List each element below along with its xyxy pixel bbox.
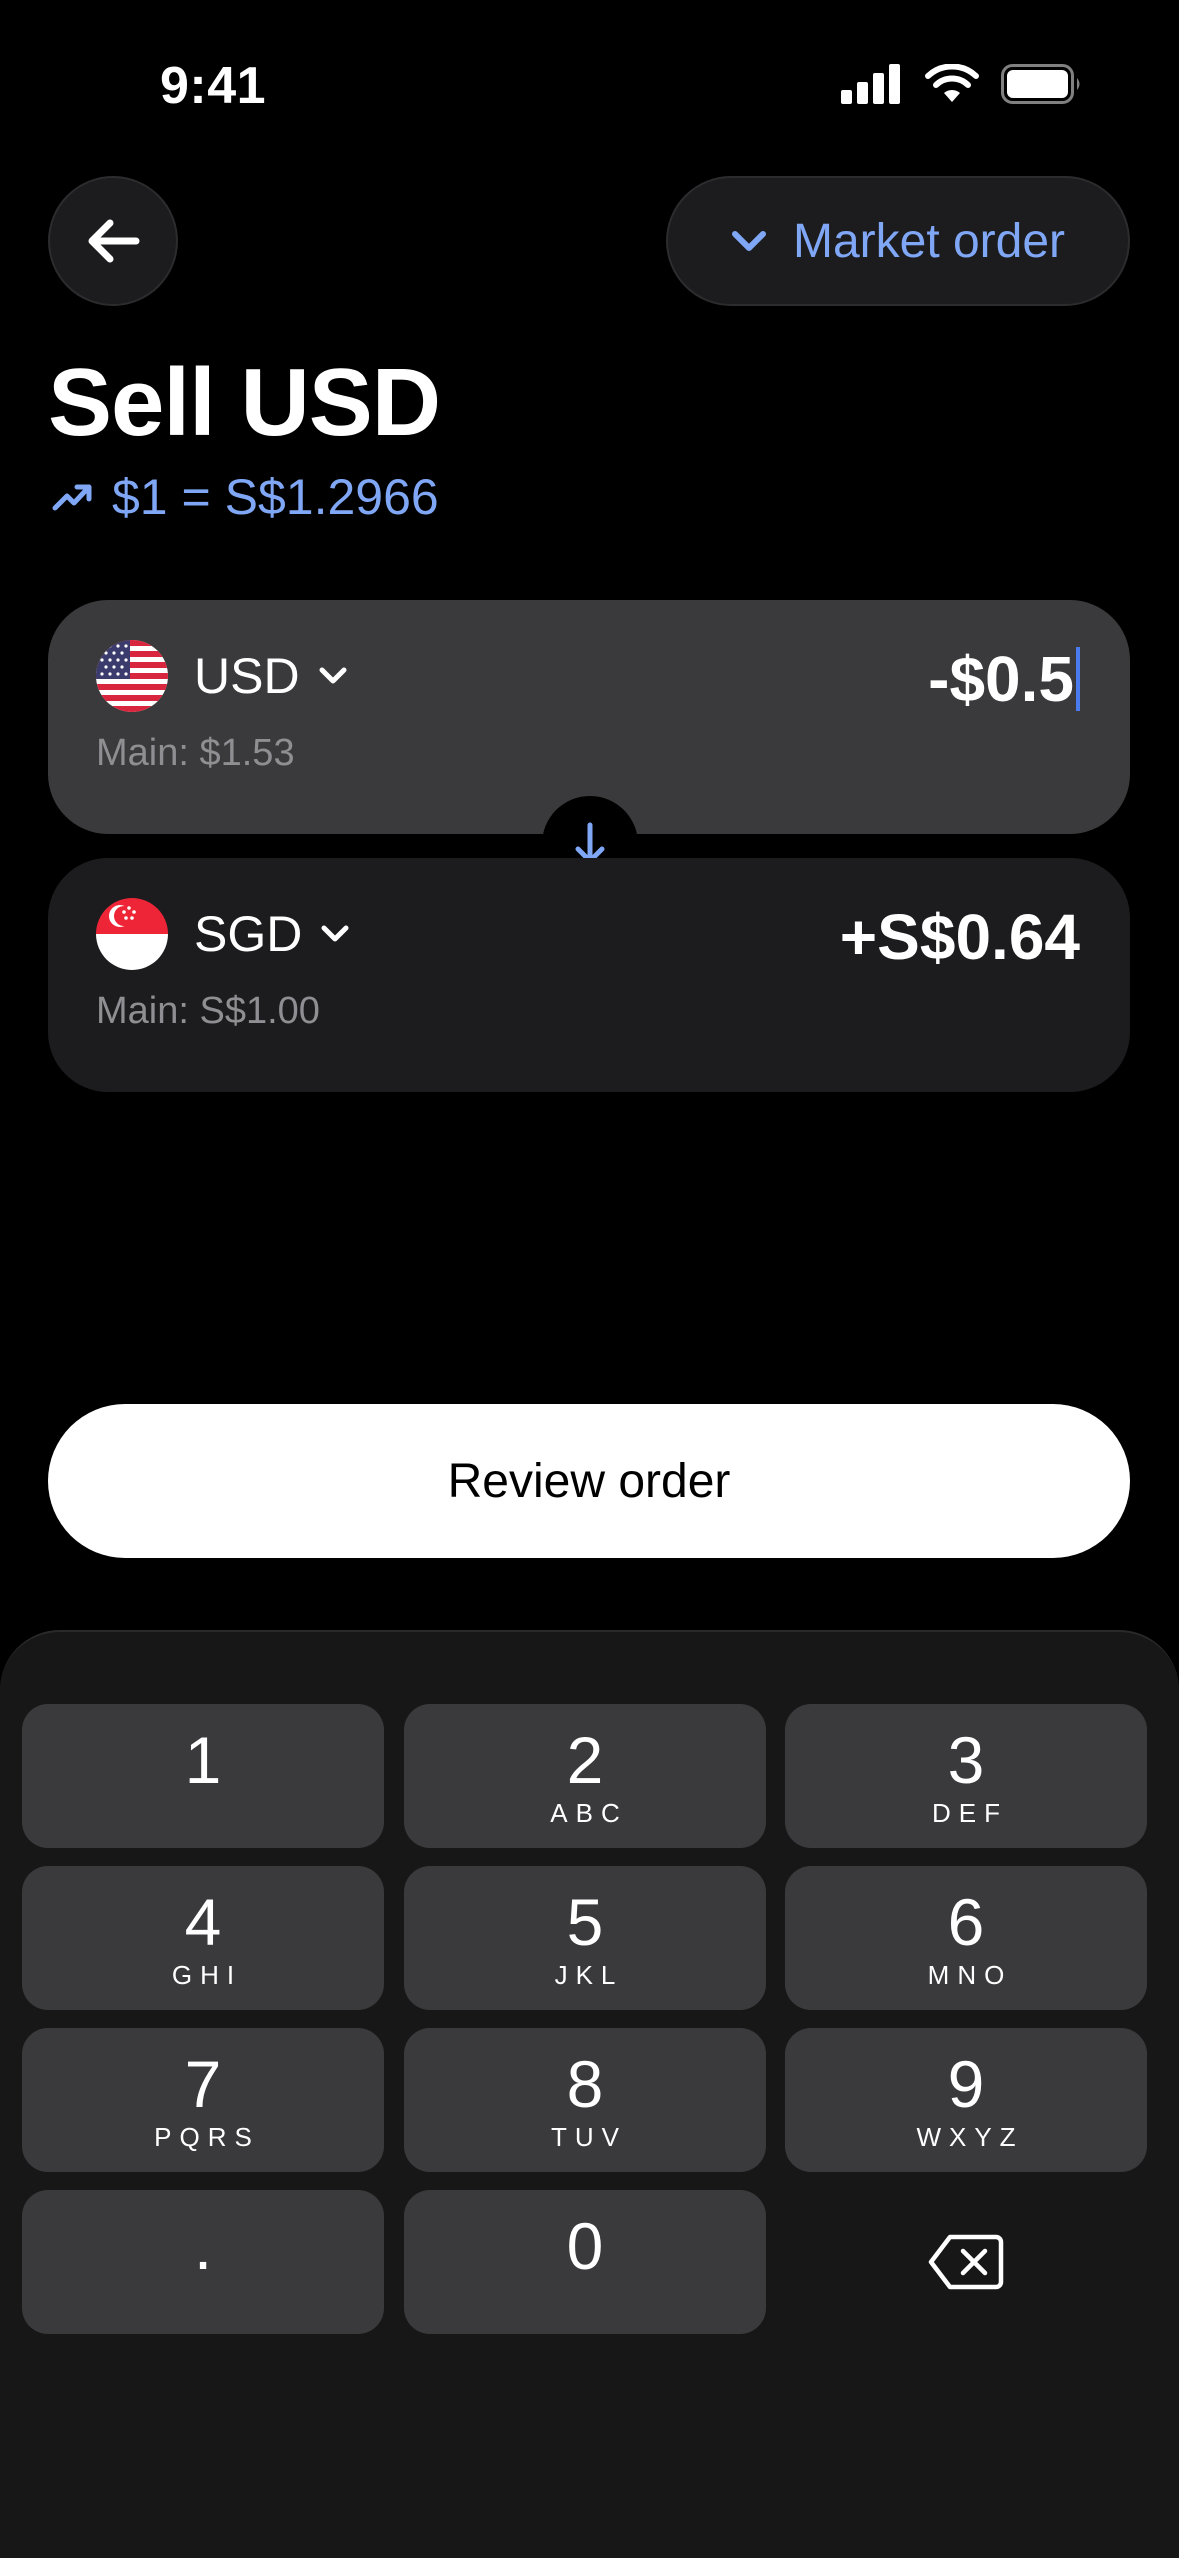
- order-type-label: Market order: [792, 214, 1066, 268]
- chevron-down-icon: [321, 925, 349, 942]
- buy-amount-value: +S$0.64: [839, 901, 1080, 973]
- key-3[interactable]: 3 DEF: [785, 1704, 1147, 1848]
- backspace-icon: [928, 2234, 1004, 2290]
- sell-currency-code: USD: [194, 648, 300, 704]
- key-1[interactable]: 1: [22, 1704, 384, 1848]
- key-5[interactable]: 5 JKL: [404, 1866, 766, 2010]
- order-type-dropdown[interactable]: Market order: [666, 176, 1130, 306]
- status-icons: [841, 64, 1083, 104]
- page-title: Sell USD: [48, 349, 441, 456]
- key-backspace[interactable]: [785, 2190, 1147, 2334]
- key-0[interactable]: 0: [404, 2190, 766, 2334]
- status-time: 9:41: [160, 57, 267, 115]
- sell-balance: Main: $1.53: [96, 732, 295, 774]
- sell-amount-input[interactable]: -$0.5: [928, 642, 1080, 716]
- sell-currency-selector[interactable]: USD: [96, 640, 348, 712]
- key-6[interactable]: 6 MNO: [785, 1866, 1147, 2010]
- back-arrow-icon: [88, 219, 140, 263]
- buy-currency-code: SGD: [194, 906, 303, 962]
- sell-amount-value: -$0.5: [928, 643, 1074, 715]
- key-7[interactable]: 7 PQRS: [22, 2028, 384, 2172]
- trending-up-icon: [52, 484, 92, 511]
- exchange-rate-text: $1 = S$1.2966: [112, 469, 439, 525]
- buy-currency-card[interactable]: SGD Main: S$1.00 +S$0.64: [48, 858, 1130, 1092]
- chevron-down-icon: [731, 231, 766, 251]
- buy-balance: Main: S$1.00: [96, 990, 320, 1032]
- key-decimal[interactable]: .: [22, 2190, 384, 2334]
- wifi-icon: [925, 64, 979, 102]
- buy-currency-selector[interactable]: SGD: [96, 898, 350, 970]
- sg-flag-icon: [96, 898, 168, 970]
- numeric-keypad: 1 2 ABC 3 DEF 4 GHI 5 JKL 6 MNO 7 PQRS 8…: [0, 1630, 1179, 2558]
- review-order-button[interactable]: Review order: [48, 1404, 1130, 1558]
- chevron-down-icon: [319, 667, 347, 684]
- text-cursor: [1076, 647, 1080, 711]
- key-8[interactable]: 8 TUV: [404, 2028, 766, 2172]
- key-2[interactable]: 2 ABC: [404, 1704, 766, 1848]
- back-button[interactable]: [48, 176, 178, 306]
- us-flag-icon: [96, 640, 168, 712]
- exchange-rate: $1 = S$1.2966: [52, 468, 439, 526]
- battery-icon: [1001, 64, 1080, 104]
- signal-icon: [841, 64, 900, 104]
- key-4[interactable]: 4 GHI: [22, 1866, 384, 2010]
- key-9[interactable]: 9 WXYZ: [785, 2028, 1147, 2172]
